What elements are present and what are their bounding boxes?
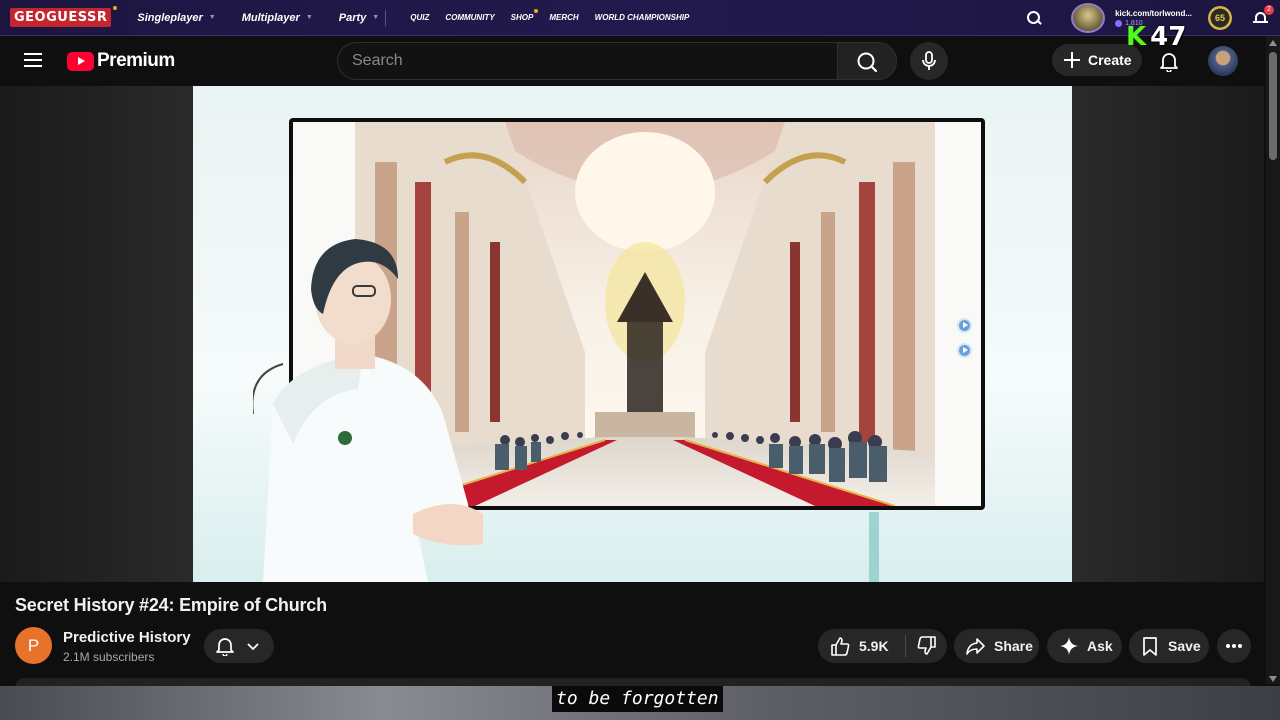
logo-dot xyxy=(113,6,118,10)
ask-button[interactable]: Ask xyxy=(1047,629,1122,663)
caption-text: to be forgotten xyxy=(552,686,723,712)
save-button[interactable]: Save xyxy=(1129,629,1209,663)
kick-logo: K xyxy=(1126,22,1147,52)
bell-base xyxy=(1253,21,1268,23)
bookmark-icon xyxy=(1143,637,1157,656)
geoguessr-logo-text: GEOGUESSR xyxy=(14,10,108,25)
share-icon xyxy=(966,638,985,655)
nav-singleplayer-label: Singleplayer xyxy=(137,11,203,24)
account-avatar[interactable] xyxy=(1208,46,1238,76)
search-icon[interactable] xyxy=(1025,9,1043,27)
youtube-header: Premium Create xyxy=(0,36,1264,86)
subscription-notification-button[interactable] xyxy=(204,629,274,663)
geoguessr-sub-nav: QUIZ COMMUNITY SHOP MERCH WORLD CHAMPION… xyxy=(385,9,690,26)
plus-icon xyxy=(1064,52,1080,68)
share-button[interactable]: Share xyxy=(954,629,1039,663)
kick-viewer-count: 47 xyxy=(1150,22,1187,52)
chevron-down-icon xyxy=(247,643,259,651)
search-input[interactable] xyxy=(352,52,837,70)
screen-margin xyxy=(935,122,981,506)
dislike-button[interactable] xyxy=(906,635,938,657)
username: kick.com/torlwond... xyxy=(1115,9,1192,18)
channel-name[interactable]: Predictive History xyxy=(63,629,191,646)
bell-icon[interactable]: 2 xyxy=(1252,5,1274,27)
search-icon xyxy=(857,52,878,73)
notifications-icon[interactable] xyxy=(1158,50,1180,72)
like-dislike-group: 5.9K xyxy=(818,629,947,663)
video-title: Secret History #24: Empire of Church xyxy=(15,595,327,615)
nav-multiplayer[interactable]: Multiplayer ▼ xyxy=(242,12,313,24)
scroll-thumb[interactable] xyxy=(1269,52,1277,160)
save-label: Save xyxy=(1168,638,1201,654)
user-avatar[interactable] xyxy=(1071,3,1106,33)
thumbs-down-icon xyxy=(917,636,936,655)
new-dot xyxy=(534,9,539,13)
screen-stand xyxy=(869,512,879,582)
bell-icon xyxy=(216,638,234,656)
youtube-play-icon xyxy=(67,51,94,71)
chevron-down-icon: ▼ xyxy=(208,14,216,21)
sparkle-icon xyxy=(1060,637,1078,655)
notification-count: 2 xyxy=(1264,5,1274,15)
more-actions-button[interactable] xyxy=(1217,629,1251,663)
nav-party-label: Party xyxy=(338,11,367,24)
share-label: Share xyxy=(994,638,1033,654)
microphone-icon xyxy=(922,51,936,70)
next-slide-icon xyxy=(957,343,972,358)
scroll-up-arrow[interactable] xyxy=(1269,40,1277,46)
video-player-area xyxy=(0,86,1264,582)
nav-divider xyxy=(385,9,387,26)
voice-search-button[interactable] xyxy=(910,42,948,80)
level-badge[interactable]: 65 xyxy=(1208,6,1232,30)
geoguessr-navbar: GEOGUESSR Singleplayer ▼ Multiplayer ▼ Par… xyxy=(0,0,1280,36)
more-horizontal-icon xyxy=(1226,644,1242,648)
nav-party[interactable]: Party ▼ xyxy=(339,12,379,24)
geoguessr-logo[interactable]: GEOGUESSR xyxy=(10,6,118,27)
youtube-logo-text: Premium xyxy=(97,50,175,71)
next-slide-icon xyxy=(957,318,972,333)
search-box xyxy=(337,42,837,80)
like-count: 5.9K xyxy=(859,638,889,654)
nav-community[interactable]: COMMUNITY xyxy=(445,13,494,22)
nav-multiplayer-label: Multiplayer xyxy=(241,11,300,24)
search-button[interactable] xyxy=(837,42,897,80)
kick-viewer-overlay: K 47 xyxy=(1126,24,1186,50)
subscriber-count: 2.1M subscribers xyxy=(63,650,155,664)
screen: GEOGUESSR Singleplayer ▼ Multiplayer ▼ Par… xyxy=(0,0,1280,720)
presenter-figure xyxy=(253,239,483,582)
ask-label: Ask xyxy=(1087,638,1113,654)
create-label: Create xyxy=(1088,52,1132,68)
bell-icon xyxy=(1160,53,1178,72)
like-button[interactable]: 5.9K xyxy=(818,635,889,657)
channel-avatar[interactable]: P xyxy=(15,627,52,664)
video-player[interactable] xyxy=(193,86,1072,582)
chevron-down-icon: ▼ xyxy=(372,14,380,21)
nav-shop[interactable]: SHOP xyxy=(510,9,539,22)
thumbs-up-icon xyxy=(831,637,850,656)
youtube-logo[interactable]: Premium xyxy=(67,50,175,72)
nav-quiz[interactable]: QUIZ xyxy=(410,13,429,22)
nav-shop-label: SHOP xyxy=(510,13,534,22)
nav-world-championship[interactable]: WORLD CHAMPIONSHIP xyxy=(595,13,690,22)
scroll-down-arrow[interactable] xyxy=(1269,676,1277,682)
chevron-down-icon: ▼ xyxy=(305,14,313,21)
nav-singleplayer[interactable]: Singleplayer ▼ xyxy=(137,12,215,24)
geoguessr-main-nav: Singleplayer ▼ Multiplayer ▼ Party ▼ xyxy=(137,12,379,24)
menu-icon[interactable] xyxy=(24,53,42,67)
page-scrollbar[interactable] xyxy=(1266,36,1280,684)
nav-merch[interactable]: MERCH xyxy=(549,13,578,22)
